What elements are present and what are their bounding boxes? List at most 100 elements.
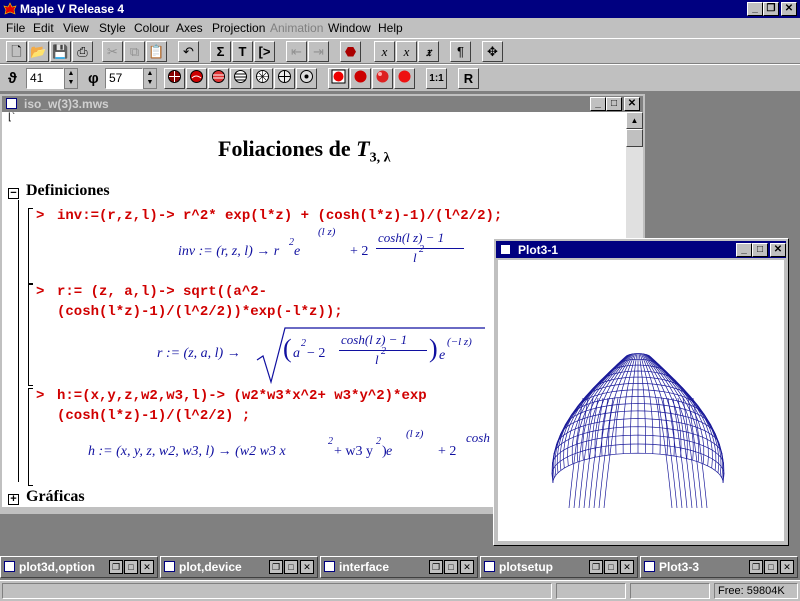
worksheet-heading: Foliaciones de T3, λ — [218, 136, 391, 166]
document-icon — [6, 98, 17, 109]
prompt-2: > — [36, 284, 45, 300]
light-scheme-4-icon[interactable] — [394, 68, 415, 89]
paste-icon[interactable]: 📋 — [146, 41, 167, 62]
free-memory: Free: 59804K — [714, 583, 798, 599]
phi-label: φ — [88, 70, 99, 87]
theta-label: ϑ — [8, 70, 17, 87]
style-contour-icon[interactable] — [230, 68, 251, 89]
insert-prompt-icon[interactable]: [> — [254, 41, 275, 62]
plot-canvas[interactable] — [498, 260, 784, 541]
theta-input[interactable]: 41 — [26, 68, 64, 89]
outdent-icon[interactable]: ⇤ — [286, 41, 307, 62]
text-input-icon[interactable]: T — [232, 41, 253, 62]
style-point-icon[interactable] — [296, 68, 317, 89]
theta-spinner[interactable]: ▲ ▼ — [64, 68, 78, 89]
ratio-button[interactable]: 1:1 — [426, 68, 447, 89]
app-title: Maple V Release 4 — [20, 2, 125, 16]
minimized-window-plot3-3[interactable]: Plot3-3 ❐ □ ✕ — [640, 556, 798, 578]
redraw-button[interactable]: R — [458, 68, 479, 89]
menu-help[interactable]: Help — [378, 21, 403, 35]
paragraph-icon[interactable]: ¶ — [450, 41, 471, 62]
plot-maximize-button[interactable]: □ — [752, 243, 768, 257]
script-x-icon[interactable]: 𝔵 — [418, 41, 439, 62]
italic-x-icon[interactable]: x — [396, 41, 417, 62]
group-bracket-1 — [28, 208, 33, 284]
doc-minimize-button[interactable]: _ — [590, 97, 606, 111]
copy-icon[interactable]: ⧉ — [124, 41, 145, 62]
cut-icon[interactable]: ✂ — [102, 41, 123, 62]
light-scheme-2-icon[interactable] — [350, 68, 371, 89]
status-panel-3 — [630, 583, 710, 599]
phi-input[interactable]: 57 — [105, 68, 143, 89]
scroll-up-button[interactable]: ▲ — [626, 112, 643, 129]
style-patch-contour-icon[interactable] — [186, 68, 207, 89]
menu-projection[interactable]: Projection — [212, 21, 265, 35]
save-icon[interactable]: 💾 — [50, 41, 71, 62]
plot-title-bar: Plot3-1 _ □ ✕ — [496, 241, 786, 258]
top-bracket: ⌊` — [8, 112, 16, 123]
phi-spinner[interactable]: ▲ ▼ — [143, 68, 157, 89]
minimized-window-plot3d-option[interactable]: plot3d,option ❐ □ ✕ — [0, 556, 158, 578]
light-scheme-1-icon[interactable] — [328, 68, 349, 89]
minimized-window-plotsetup[interactable]: plotsetup ❐ □ ✕ — [480, 556, 638, 578]
style-wireframe-icon[interactable] — [252, 68, 273, 89]
input-line-3b[interactable]: (cosh(l*z)-1)/(l^2/2) ; — [57, 408, 250, 424]
plot-close-button[interactable]: ✕ — [770, 243, 786, 257]
app-title-bar: Maple V Release 4 _ ❐ ✕ — [0, 0, 800, 18]
menu-file[interactable]: File — [6, 21, 25, 35]
worksheet-title: iso_w(3)3.mws — [24, 97, 109, 111]
surface-mesh — [551, 353, 725, 509]
style-patch-nogrid-icon[interactable] — [208, 68, 229, 89]
sigma-input-icon[interactable]: Σ — [210, 41, 231, 62]
group-bracket-3 — [28, 388, 33, 486]
plot-window[interactable]: Plot3-1 _ □ ✕ — [493, 238, 789, 546]
close-button[interactable]: ✕ — [781, 2, 797, 16]
status-message-panel — [2, 583, 552, 599]
plot-minimize-button[interactable]: _ — [736, 243, 752, 257]
section-definiciones[interactable]: Definiciones — [26, 182, 110, 200]
section-collapse-icon[interactable]: − — [8, 188, 19, 199]
menu-style[interactable]: Style — [99, 21, 126, 35]
stop-icon[interactable]: ⬣ — [340, 41, 361, 62]
menu-view[interactable]: View — [63, 21, 89, 35]
section-expand-icon[interactable]: + — [8, 494, 19, 505]
indent-icon[interactable]: ⇥ — [308, 41, 329, 62]
open-folder-icon[interactable]: 📂 — [28, 41, 49, 62]
doc-close-button[interactable]: ✕ — [624, 97, 640, 111]
light-scheme-3-icon[interactable] — [372, 68, 393, 89]
menu-animation[interactable]: Animation — [270, 21, 323, 35]
output-1: inv := (r, z, l) → r 2 e (l z) + 2 cosh(… — [178, 226, 478, 284]
section-bracket — [18, 200, 19, 482]
status-panel-2 — [556, 583, 626, 599]
section-graficas[interactable]: Gráficas — [26, 488, 85, 506]
mesh-meridian — [576, 354, 630, 462]
prompt-3: > — [36, 388, 45, 404]
input-line-2b[interactable]: (cosh(l*z)-1)/(l^2/2))*exp(-l*z)); — [57, 304, 343, 320]
style-hidden-line-icon[interactable] — [274, 68, 295, 89]
minimized-window-plot-device[interactable]: plot,device ❐ □ ✕ — [160, 556, 318, 578]
plot-title: Plot3-1 — [518, 243, 559, 257]
prompt-1: > — [36, 208, 45, 224]
input-line-1[interactable]: inv:=(r,z,l)-> r^2* exp(l*z) + (cosh(l*z… — [57, 208, 502, 224]
scroll-thumb[interactable] — [626, 129, 643, 147]
menu-axes[interactable]: Axes — [176, 21, 203, 35]
input-line-3a[interactable]: h:=(x,y,z,w2,w3,l)-> (w2*w3*x^2+ w3*y^2)… — [57, 388, 427, 404]
undo-icon[interactable]: ↶ — [178, 41, 199, 62]
input-line-2a[interactable]: r:= (z, a,l)-> sqrt((a^2- — [57, 284, 267, 300]
menu-colour[interactable]: Colour — [134, 21, 169, 35]
menu-edit[interactable]: Edit — [33, 21, 54, 35]
plot-toolbar: ϑ 41 ▲ ▼ φ 57 ▲ ▼ 1:1 R — [0, 64, 800, 92]
style-patch-icon[interactable] — [164, 68, 185, 89]
move-arrows-icon[interactable]: ✥ — [482, 41, 503, 62]
main-toolbar: 🗋 📂 💾 ⎙ ✂ ⧉ 📋 ↶ Σ T [> ⇤ ⇥ ⬣ x x 𝔵 ¶ ✥ — [0, 38, 800, 64]
print-icon[interactable]: ⎙ — [72, 41, 93, 62]
new-file-icon[interactable]: 🗋 — [6, 41, 27, 62]
minimized-window-interface[interactable]: interface ❐ □ ✕ — [320, 556, 478, 578]
math-x-icon[interactable]: x — [374, 41, 395, 62]
3d-surface-plot[interactable] — [498, 260, 784, 541]
restore-button[interactable]: ❐ — [763, 2, 779, 16]
doc-maximize-button[interactable]: □ — [606, 97, 622, 111]
minimize-button[interactable]: _ — [747, 2, 763, 16]
plot-doc-icon — [500, 244, 511, 255]
menu-window[interactable]: Window — [328, 21, 371, 35]
